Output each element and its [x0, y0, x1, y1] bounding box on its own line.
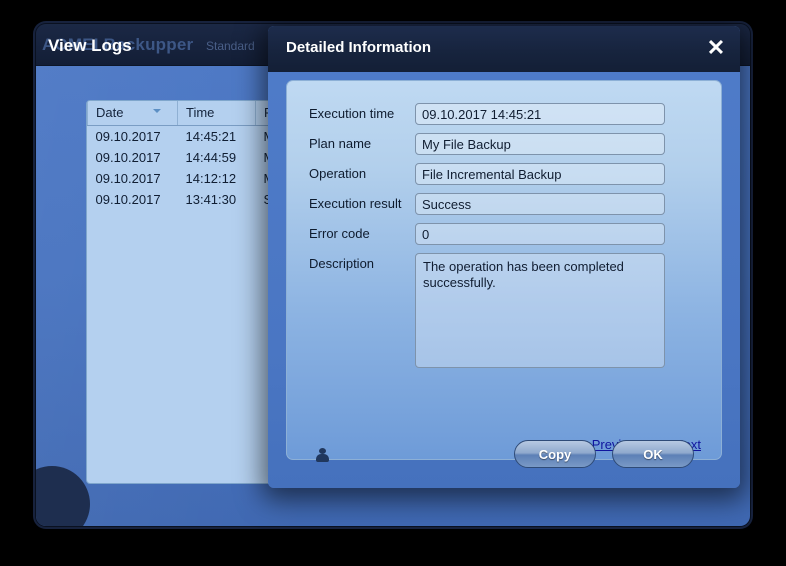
cell-time: 13:41:30	[185, 192, 237, 207]
column-header-time[interactable]: Time	[177, 101, 256, 126]
field-row-error-code: Error code 0	[287, 223, 723, 245]
input-operation[interactable]: File Incremental Backup	[415, 163, 665, 185]
cell-time: 14:12:12	[185, 171, 237, 186]
field-row-plan-name: Plan name My File Backup	[287, 133, 723, 155]
input-execution-time[interactable]: 09.10.2017 14:45:21	[415, 103, 665, 125]
dialog-title: Detailed Information	[286, 39, 432, 56]
page-title: View Logs	[48, 36, 132, 55]
input-description[interactable]: The operation has been completed success…	[415, 253, 665, 368]
dialog-close-icon[interactable]: ✕	[704, 36, 728, 60]
person-icon	[316, 448, 329, 462]
input-plan-name[interactable]: My File Backup	[415, 133, 665, 155]
cell-date: 09.10.2017	[95, 150, 161, 165]
sort-ascending-icon	[153, 109, 161, 113]
field-row-execution-time: Execution time 09.10.2017 14:45:21	[287, 103, 723, 125]
field-row-operation: Operation File Incremental Backup	[287, 163, 723, 185]
label-execution-result: Execution result	[309, 196, 402, 211]
dialog-footer: Copy OK	[268, 440, 740, 488]
copy-button[interactable]: Copy	[514, 440, 596, 468]
cell-date: 09.10.2017	[95, 129, 161, 144]
cell-date: 09.10.2017	[95, 192, 161, 207]
cell-time: 14:45:21	[185, 129, 237, 144]
input-error-code[interactable]: 0	[415, 223, 665, 245]
label-error-code: Error code	[309, 226, 370, 241]
label-plan-name: Plan name	[309, 136, 372, 151]
label-description: Description	[309, 256, 375, 271]
field-row-execution-result: Execution result Success	[287, 193, 723, 215]
label-execution-time: Execution time	[309, 106, 395, 121]
ok-button[interactable]: OK	[612, 440, 694, 468]
app-edition: Standard	[206, 39, 255, 53]
detailed-information-dialog: Detailed Information ✕ Execution time 09…	[268, 26, 740, 488]
column-header-date[interactable]: Date	[87, 101, 178, 126]
screen: AOMEI Backupper Standard Upgrade Menu ✕	[0, 0, 786, 566]
cell-time: 14:44:59	[185, 150, 237, 165]
dialog-titlebar: Detailed Information ✕	[268, 26, 740, 72]
field-row-description: Description The operation has been compl…	[287, 253, 723, 368]
dialog-content-panel: Execution time 09.10.2017 14:45:21 Plan …	[286, 80, 722, 460]
input-execution-result[interactable]: Success	[415, 193, 665, 215]
label-operation: Operation	[309, 166, 367, 181]
decorative-circle	[36, 466, 90, 526]
cell-date: 09.10.2017	[95, 171, 161, 186]
